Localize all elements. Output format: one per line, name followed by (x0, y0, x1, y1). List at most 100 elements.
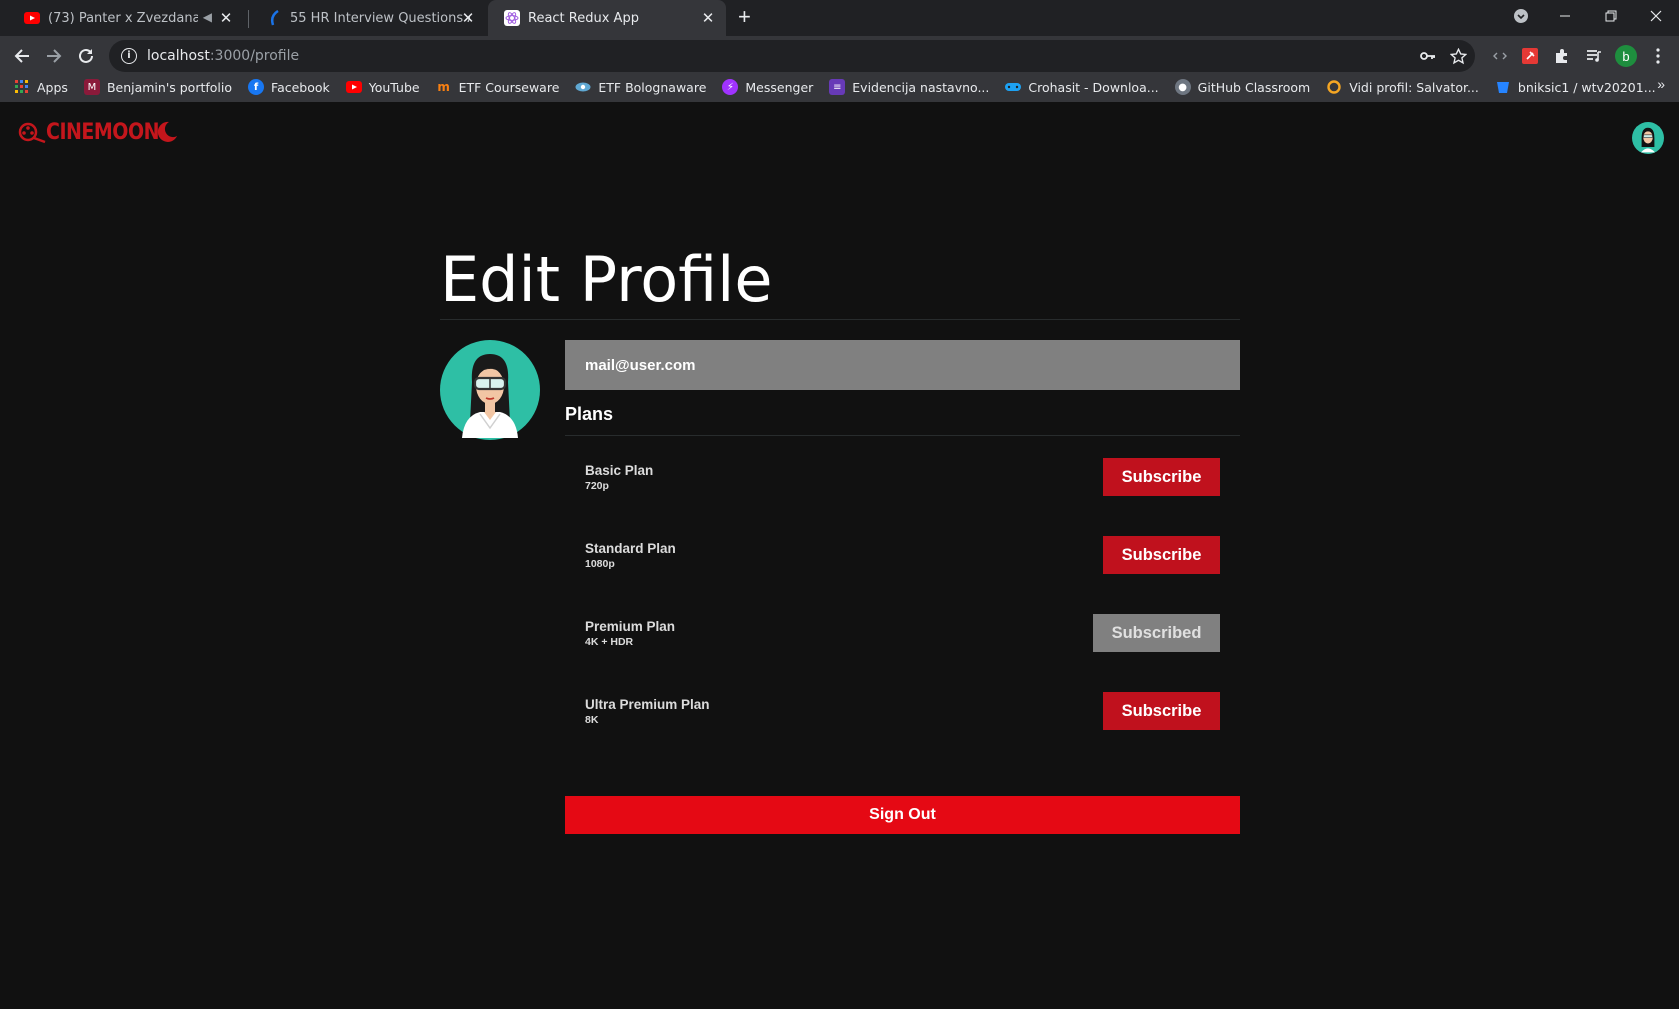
portfolio-icon: M (83, 79, 100, 95)
nav-avatar[interactable] (1632, 122, 1664, 154)
plan-premium: Premium Plan 4K + HDR Subscribed (565, 594, 1240, 672)
bookmark-label: Messenger (745, 79, 814, 95)
plan-name: Premium Plan (585, 618, 676, 634)
browser-tab-bar: (73) Panter x Zvezdana - Vod ◀ ✕ 55 HR I… (0, 0, 1679, 36)
bookmark-github-classroom[interactable]: ● GitHub Classroom (1174, 79, 1310, 95)
media-queue-icon[interactable] (1580, 42, 1608, 70)
gamepad-icon (1005, 79, 1022, 95)
extension-arrows-icon[interactable] (1486, 42, 1514, 70)
tab-search-icon[interactable] (1498, 0, 1544, 32)
bookmark-portfolio[interactable]: M Benjamin's portfolio (83, 79, 233, 95)
plans-list: Basic Plan 720p Subscribe Standard Plan … (565, 438, 1240, 750)
profile-body: mail@user.com Plans Basic Plan 720p Subs… (440, 340, 1240, 834)
logo-text: CINEMOON (46, 119, 160, 145)
bookmark-facebook[interactable]: f Facebook (248, 79, 330, 95)
plan-standard: Standard Plan 1080p Subscribe (565, 516, 1240, 594)
bookmark-label: Crohasit - Downloa... (1028, 79, 1159, 95)
bookmark-label: Facebook (271, 79, 330, 95)
reload-icon[interactable] (72, 42, 100, 70)
bookmark-label: YouTube (368, 79, 420, 95)
tab-divider (248, 10, 249, 28)
bookmark-label: Benjamin's portfolio (106, 79, 233, 95)
bookmark-vidi-profil[interactable]: Vidi profil: Salvator... (1326, 79, 1479, 95)
close-tab-icon[interactable]: ✕ (460, 10, 476, 26)
film-reel-icon (18, 122, 46, 144)
plan-ultra-premium: Ultra Premium Plan 8K Subscribe (565, 672, 1240, 750)
eye-icon (575, 79, 591, 95)
key-icon[interactable] (1416, 44, 1440, 68)
page-title: Edit Profile (440, 244, 1240, 320)
bookmark-label: Vidi profil: Salvator... (1349, 79, 1479, 95)
url-host: localhost (147, 48, 210, 64)
address-bar[interactable]: i localhost:3000/profile (109, 40, 1475, 72)
plan-info: Basic Plan 720p (585, 463, 653, 492)
bookmark-star-icon[interactable] (1446, 44, 1470, 68)
tab-title: 55 HR Interview Questions And A (290, 10, 470, 26)
bookmark-label: Evidencija nastavno... (852, 79, 990, 95)
plan-name: Standard Plan (585, 540, 676, 556)
bookmark-bitbucket[interactable]: bniksic1 / wtv20201... (1495, 79, 1656, 95)
plan-name: Basic Plan (585, 462, 654, 478)
tab-react-redux-app[interactable]: React Redux App ✕ (488, 0, 726, 36)
plan-name: Ultra Premium Plan (585, 696, 710, 712)
url-path: :3000/profile (209, 48, 300, 64)
youtube-icon (24, 10, 40, 26)
kebab-menu-icon[interactable] (1644, 42, 1672, 70)
cinemoon-logo[interactable]: CINEMOON (18, 119, 179, 145)
subscribe-button-basic[interactable]: Subscribe (1103, 458, 1220, 496)
close-tab-icon[interactable]: ✕ (700, 10, 716, 26)
list-icon: ≡ (829, 79, 846, 95)
tab-hr-questions[interactable]: 55 HR Interview Questions And A ✕ (250, 0, 486, 36)
close-tab-icon[interactable]: ✕ (218, 10, 234, 26)
bookmark-crohasit[interactable]: Crohasit - Downloa... (1005, 79, 1159, 95)
subscribe-button-standard[interactable]: Subscribe (1103, 536, 1220, 574)
more-bookmarks-icon[interactable]: » (1657, 76, 1665, 92)
tab-youtube[interactable]: (73) Panter x Zvezdana - Vod ◀ ✕ (8, 0, 244, 36)
plan-info: Ultra Premium Plan 8K (585, 697, 710, 726)
moodle-icon: m (437, 80, 450, 94)
circle-icon (1326, 79, 1342, 95)
plan-resolution: 4K + HDR (585, 635, 634, 648)
youtube-icon (345, 79, 362, 95)
bookmark-apps[interactable]: Apps (14, 79, 68, 95)
forward-icon[interactable] (40, 42, 68, 70)
bookmark-label: bniksic1 / wtv20201... (1517, 79, 1656, 95)
back-icon[interactable] (8, 42, 36, 70)
plans-heading: Plans (565, 404, 1240, 436)
puzzle-extensions-icon[interactable] (1548, 42, 1576, 70)
speaker-icon[interactable]: ◀ (203, 10, 212, 24)
bookmark-etf-courseware[interactable]: m ETF Courseware (436, 79, 560, 95)
apps-grid-icon (14, 79, 30, 95)
plan-basic: Basic Plan 720p Subscribe (565, 438, 1240, 516)
pin-extension-icon[interactable] (1516, 42, 1544, 70)
sign-out-button[interactable]: Sign Out (565, 796, 1240, 834)
profile-avatar[interactable]: b (1612, 42, 1640, 70)
subscribed-button-premium[interactable]: Subscribed (1093, 614, 1220, 652)
close-window-icon[interactable] (1633, 0, 1679, 32)
bookmark-youtube[interactable]: YouTube (345, 79, 420, 95)
plan-info: Standard Plan 1080p (585, 541, 676, 570)
bookmark-evidencija[interactable]: ≡ Evidencija nastavno... (829, 79, 989, 95)
app-page: CINEMOON Edit Profile mail@user.com Plan… (0, 102, 1679, 1009)
new-tab-button[interactable]: + (738, 6, 751, 28)
minimize-icon[interactable] (1542, 0, 1588, 32)
facebook-icon: f (248, 79, 265, 95)
plan-info: Premium Plan 4K + HDR (585, 619, 675, 648)
messenger-icon: ⚡ (722, 79, 739, 95)
bitbucket-icon (1495, 79, 1511, 95)
tab-title: (73) Panter x Zvezdana - Vod (48, 10, 198, 26)
email-field: mail@user.com (565, 340, 1240, 390)
bookmark-etf-bolognaware[interactable]: ETF Bolognaware (575, 79, 706, 95)
plan-resolution: 1080p (585, 557, 615, 570)
bookmark-label: ETF Bolognaware (598, 79, 707, 95)
profile-info: mail@user.com Plans Basic Plan 720p Subs… (565, 340, 1240, 834)
site-info-icon[interactable]: i (121, 48, 137, 64)
bookmark-messenger[interactable]: ⚡ Messenger (722, 79, 813, 95)
subscribe-button-ultra[interactable]: Subscribe (1103, 692, 1220, 730)
bookmarks-bar: Apps M Benjamin's portfolio f Facebook Y… (0, 72, 1679, 102)
bookmark-label: ETF Courseware (458, 79, 560, 95)
bookmark-label: Apps (37, 79, 68, 95)
restore-icon[interactable] (1588, 0, 1634, 32)
profile-initial: b (1615, 45, 1637, 67)
k-icon (266, 10, 282, 26)
